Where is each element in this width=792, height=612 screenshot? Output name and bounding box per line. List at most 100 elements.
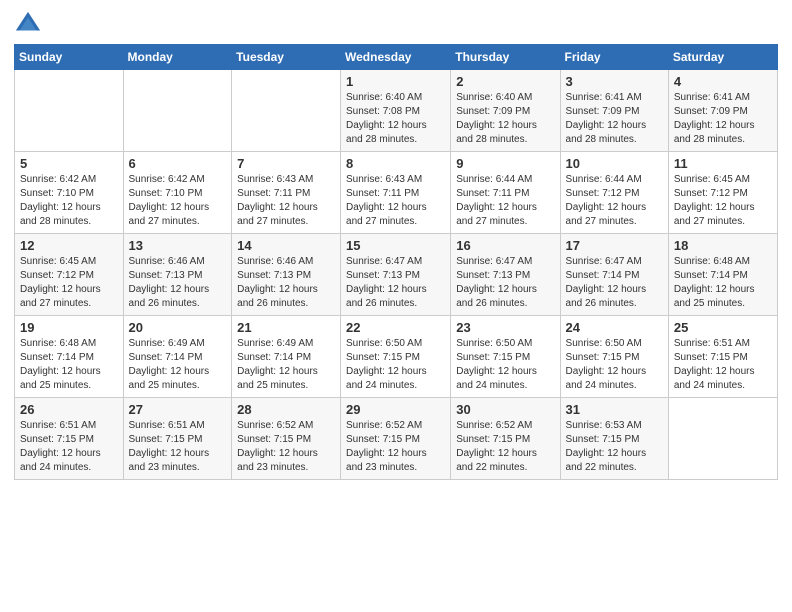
- day-cell: 19 Sunrise: 6:48 AM Sunset: 7:14 PM Dayli…: [15, 316, 124, 398]
- day-number: 16: [456, 238, 554, 253]
- day-number: 3: [566, 74, 663, 89]
- day-info: Sunrise: 6:50 AM Sunset: 7:15 PM Dayligh…: [456, 337, 554, 393]
- day-number: 30: [456, 402, 554, 417]
- weekday-header-friday: Friday: [560, 45, 668, 70]
- day-info: Sunrise: 6:43 AM Sunset: 7:11 PM Dayligh…: [237, 173, 335, 229]
- week-row-1: 1 Sunrise: 6:40 AM Sunset: 7:08 PM Daylig…: [15, 70, 778, 152]
- day-number: 21: [237, 320, 335, 335]
- day-cell: [15, 70, 124, 152]
- day-number: 11: [674, 156, 772, 171]
- day-cell: 13Sunrise: 6:46 AM Sunset: 7:13 PM Dayli…: [123, 234, 232, 316]
- day-cell: 23 Sunrise: 6:50 AM Sunset: 7:15 PM Dayli…: [451, 316, 560, 398]
- day-number: 26: [20, 402, 118, 417]
- day-info: Sunrise: 6:46 AM Sunset: 7:13 PM Dayligh…: [129, 255, 227, 311]
- day-info: Sunrise: 6:47 AM Sunset: 7:14 PM Dayligh…: [566, 255, 663, 311]
- day-cell: 26 Sunrise: 6:51 AM Sunset: 7:15 PM Dayli…: [15, 398, 124, 480]
- day-number: 5: [20, 156, 118, 171]
- day-cell: 3 Sunrise: 6:41 AM Sunset: 7:09 PM Daylig…: [560, 70, 668, 152]
- day-info: Sunrise: 6:49 AM Sunset: 7:14 PM Dayligh…: [129, 337, 227, 393]
- weekday-header-row: SundayMondayTuesdayWednesdayThursdayFrid…: [15, 45, 778, 70]
- day-info: Sunrise: 6:51 AM Sunset: 7:15 PM Dayligh…: [20, 419, 118, 475]
- day-cell: 31 Sunrise: 6:53 AM Sunset: 7:15 PM Dayli…: [560, 398, 668, 480]
- day-cell: 28Sunrise: 6:52 AM Sunset: 7:15 PM Dayli…: [232, 398, 341, 480]
- day-info: Sunrise: 6:53 AM Sunset: 7:15 PM Dayligh…: [566, 419, 663, 475]
- day-cell: 1 Sunrise: 6:40 AM Sunset: 7:08 PM Daylig…: [341, 70, 451, 152]
- day-info: Sunrise: 6:50 AM Sunset: 7:15 PM Dayligh…: [346, 337, 445, 393]
- day-cell: 17 Sunrise: 6:47 AM Sunset: 7:14 PM Dayli…: [560, 234, 668, 316]
- day-info: Sunrise: 6:48 AM Sunset: 7:14 PM Dayligh…: [20, 337, 118, 393]
- day-info: Sunrise: 6:51 AM Sunset: 7:15 PM Dayligh…: [129, 419, 227, 475]
- week-row-5: 26 Sunrise: 6:51 AM Sunset: 7:15 PM Dayli…: [15, 398, 778, 480]
- day-cell: 6Sunrise: 6:42 AM Sunset: 7:10 PM Daylig…: [123, 152, 232, 234]
- day-number: 28: [237, 402, 335, 417]
- day-number: 29: [346, 402, 445, 417]
- day-cell: 9 Sunrise: 6:44 AM Sunset: 7:11 PM Daylig…: [451, 152, 560, 234]
- weekday-header-tuesday: Tuesday: [232, 45, 341, 70]
- day-info: Sunrise: 6:47 AM Sunset: 7:13 PM Dayligh…: [346, 255, 445, 311]
- day-info: Sunrise: 6:50 AM Sunset: 7:15 PM Dayligh…: [566, 337, 663, 393]
- day-number: 27: [129, 402, 227, 417]
- day-cell: 15Sunrise: 6:47 AM Sunset: 7:13 PM Dayli…: [341, 234, 451, 316]
- day-info: Sunrise: 6:42 AM Sunset: 7:10 PM Dayligh…: [129, 173, 227, 229]
- day-cell: 21 Sunrise: 6:49 AM Sunset: 7:14 PM Dayli…: [232, 316, 341, 398]
- day-info: Sunrise: 6:48 AM Sunset: 7:14 PM Dayligh…: [674, 255, 772, 311]
- day-cell: 18 Sunrise: 6:48 AM Sunset: 7:14 PM Dayli…: [668, 234, 777, 316]
- day-number: 23: [456, 320, 554, 335]
- day-cell: 5 Sunrise: 6:42 AM Sunset: 7:10 PM Daylig…: [15, 152, 124, 234]
- day-cell: 24 Sunrise: 6:50 AM Sunset: 7:15 PM Dayli…: [560, 316, 668, 398]
- day-info: Sunrise: 6:44 AM Sunset: 7:11 PM Dayligh…: [456, 173, 554, 229]
- weekday-header-sunday: Sunday: [15, 45, 124, 70]
- day-number: 10: [566, 156, 663, 171]
- day-cell: [232, 70, 341, 152]
- day-cell: 20 Sunrise: 6:49 AM Sunset: 7:14 PM Dayli…: [123, 316, 232, 398]
- day-info: Sunrise: 6:47 AM Sunset: 7:13 PM Dayligh…: [456, 255, 554, 311]
- day-info: Sunrise: 6:42 AM Sunset: 7:10 PM Dayligh…: [20, 173, 118, 229]
- weekday-header-thursday: Thursday: [451, 45, 560, 70]
- day-number: 9: [456, 156, 554, 171]
- page: SundayMondayTuesdayWednesdayThursdayFrid…: [0, 0, 792, 612]
- day-info: Sunrise: 6:40 AM Sunset: 7:08 PM Dayligh…: [346, 91, 445, 147]
- day-number: 22: [346, 320, 445, 335]
- day-number: 4: [674, 74, 772, 89]
- header: [14, 10, 778, 38]
- week-row-3: 12 Sunrise: 6:45 AM Sunset: 7:12 PM Dayli…: [15, 234, 778, 316]
- week-row-4: 19 Sunrise: 6:48 AM Sunset: 7:14 PM Dayli…: [15, 316, 778, 398]
- day-info: Sunrise: 6:40 AM Sunset: 7:09 PM Dayligh…: [456, 91, 554, 147]
- day-number: 18: [674, 238, 772, 253]
- day-cell: 27 Sunrise: 6:51 AM Sunset: 7:15 PM Dayli…: [123, 398, 232, 480]
- day-cell: 22 Sunrise: 6:50 AM Sunset: 7:15 PM Dayli…: [341, 316, 451, 398]
- day-info: Sunrise: 6:49 AM Sunset: 7:14 PM Dayligh…: [237, 337, 335, 393]
- day-number: 24: [566, 320, 663, 335]
- day-number: 17: [566, 238, 663, 253]
- day-cell: [668, 398, 777, 480]
- day-cell: 16 Sunrise: 6:47 AM Sunset: 7:13 PM Dayli…: [451, 234, 560, 316]
- day-cell: [123, 70, 232, 152]
- day-number: 2: [456, 74, 554, 89]
- day-info: Sunrise: 6:45 AM Sunset: 7:12 PM Dayligh…: [674, 173, 772, 229]
- day-info: Sunrise: 6:41 AM Sunset: 7:09 PM Dayligh…: [566, 91, 663, 147]
- day-cell: 7 Sunrise: 6:43 AM Sunset: 7:11 PM Daylig…: [232, 152, 341, 234]
- day-cell: 11 Sunrise: 6:45 AM Sunset: 7:12 PM Dayli…: [668, 152, 777, 234]
- day-cell: 12 Sunrise: 6:45 AM Sunset: 7:12 PM Dayli…: [15, 234, 124, 316]
- day-info: Sunrise: 6:41 AM Sunset: 7:09 PM Dayligh…: [674, 91, 772, 147]
- week-row-2: 5 Sunrise: 6:42 AM Sunset: 7:10 PM Daylig…: [15, 152, 778, 234]
- day-number: 19: [20, 320, 118, 335]
- day-cell: 8 Sunrise: 6:43 AM Sunset: 7:11 PM Daylig…: [341, 152, 451, 234]
- day-info: Sunrise: 6:44 AM Sunset: 7:12 PM Dayligh…: [566, 173, 663, 229]
- weekday-header-wednesday: Wednesday: [341, 45, 451, 70]
- weekday-header-saturday: Saturday: [668, 45, 777, 70]
- day-number: 25: [674, 320, 772, 335]
- day-info: Sunrise: 6:45 AM Sunset: 7:12 PM Dayligh…: [20, 255, 118, 311]
- day-number: 7: [237, 156, 335, 171]
- day-cell: 4 Sunrise: 6:41 AM Sunset: 7:09 PM Daylig…: [668, 70, 777, 152]
- day-info: Sunrise: 6:43 AM Sunset: 7:11 PM Dayligh…: [346, 173, 445, 229]
- day-info: Sunrise: 6:52 AM Sunset: 7:15 PM Dayligh…: [456, 419, 554, 475]
- day-cell: 10 Sunrise: 6:44 AM Sunset: 7:12 PM Dayli…: [560, 152, 668, 234]
- day-cell: 14Sunrise: 6:46 AM Sunset: 7:13 PM Dayli…: [232, 234, 341, 316]
- day-number: 1: [346, 74, 445, 89]
- day-number: 12: [20, 238, 118, 253]
- day-number: 31: [566, 402, 663, 417]
- day-number: 20: [129, 320, 227, 335]
- day-number: 8: [346, 156, 445, 171]
- logo: [14, 10, 46, 38]
